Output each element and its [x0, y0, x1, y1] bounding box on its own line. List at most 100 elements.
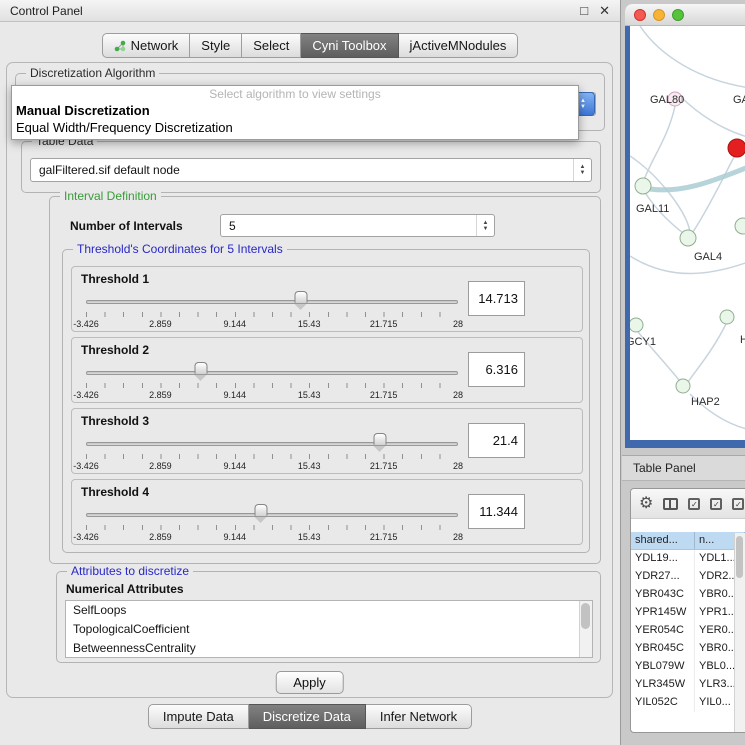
slider-scale: -3.426 2.859 9.144 15.43 21.715 28: [86, 390, 458, 401]
threshold-2-slider[interactable]: -3.426 2.859 9.144 15.43 21.715 28: [86, 362, 458, 402]
scale-label: 15.43: [298, 461, 321, 471]
scrollbar-thumb[interactable]: [736, 536, 743, 578]
arrow-down-icon: ▼: [580, 104, 586, 110]
combo-stepper-icon[interactable]: ▲ ▼: [573, 159, 591, 181]
apply-button[interactable]: Apply: [275, 671, 344, 694]
slider-thumb[interactable]: [254, 504, 267, 516]
tab-discretize-data[interactable]: Discretize Data: [249, 704, 366, 729]
slider-scale: -3.426 2.859 9.144 15.43 21.715 28: [86, 461, 458, 472]
select-check-icon[interactable]: ✓: [688, 498, 700, 510]
gear-icon[interactable]: ⚙: [639, 496, 653, 512]
threshold-1-value-field[interactable]: 14.713: [468, 281, 525, 316]
tab-impute-data[interactable]: Impute Data: [148, 704, 249, 729]
slider-thumb[interactable]: [195, 362, 208, 374]
arrow-down-icon: ▼: [483, 226, 489, 232]
cell-shared-name[interactable]: YBR045C: [631, 640, 695, 658]
table-row[interactable]: YLR345W YLR3...: [631, 676, 745, 694]
threshold-1-slider[interactable]: -3.426 2.859 9.144 15.43 21.715 28: [86, 291, 458, 331]
tab-network[interactable]: Network: [102, 33, 191, 58]
zoom-traffic-light-icon[interactable]: [672, 9, 684, 21]
scale-label: 9.144: [224, 461, 247, 471]
tab-cyni-toolbox[interactable]: Cyni Toolbox: [301, 33, 398, 58]
network-window-titlebar[interactable]: [625, 4, 745, 26]
right-region: GAL80 GA GAL11 GAL4 GCY1 HAP2 H Table Pa…: [622, 0, 745, 745]
threshold-4-slider[interactable]: -3.426 2.859 9.144 15.43 21.715 28: [86, 504, 458, 544]
numerical-attributes-list[interactable]: SelfLoops TopologicalCoefficient Between…: [65, 600, 593, 658]
tab-jactivemnodules[interactable]: jActiveMNodules: [399, 33, 519, 58]
network-node[interactable]: [720, 310, 734, 324]
cell-shared-name[interactable]: YLR345W: [631, 676, 695, 694]
list-item[interactable]: SelfLoops: [66, 601, 592, 620]
table-row[interactable]: YER054C YER0...: [631, 622, 745, 640]
scale-label: 15.43: [298, 532, 321, 542]
table-panel-header: Table Panel: [622, 455, 745, 481]
network-node[interactable]: [680, 230, 696, 246]
number-of-intervals-value: 5: [229, 219, 476, 233]
tab-cyni-toolbox-label: Cyni Toolbox: [312, 38, 386, 53]
select-check-icon[interactable]: ✓: [710, 498, 722, 510]
table-row[interactable]: YBR045C YBR0...: [631, 640, 745, 658]
scale-label: 2.859: [149, 532, 172, 542]
tab-style[interactable]: Style: [190, 33, 242, 58]
scale-label: 28: [453, 532, 463, 542]
float-window-icon[interactable]: □: [580, 3, 588, 18]
threshold-3-value-field[interactable]: 21.4: [468, 423, 525, 458]
slider-thumb[interactable]: [373, 433, 386, 445]
dropdown-option-manual-discretization[interactable]: Manual Discretization: [12, 102, 578, 119]
table-row[interactable]: YIL052C YIL0...: [631, 694, 745, 712]
slider-track[interactable]: [86, 442, 458, 446]
cell-shared-name[interactable]: YDR27...: [631, 568, 695, 586]
network-node[interactable]: [676, 379, 690, 393]
network-node-selected[interactable]: [728, 139, 745, 157]
slider-scale: -3.426 2.859 9.144 15.43 21.715 28: [86, 532, 458, 543]
scale-label: 21.715: [370, 390, 398, 400]
threshold-4-value-field[interactable]: 11.344: [468, 494, 525, 529]
slider-thumb[interactable]: [294, 291, 307, 303]
column-header-shared-name[interactable]: shared...: [631, 532, 695, 549]
slider-track[interactable]: [86, 300, 458, 304]
list-item[interactable]: TopologicalCoefficient: [66, 620, 592, 639]
table-scrollbar[interactable]: [734, 533, 745, 732]
cell-shared-name[interactable]: YDL19...: [631, 550, 695, 568]
scrollbar-thumb[interactable]: [581, 603, 590, 629]
network-node[interactable]: [635, 178, 651, 194]
combo-stepper-icon[interactable]: ▲ ▼: [476, 215, 494, 236]
tab-select[interactable]: Select: [242, 33, 301, 58]
table-row[interactable]: YDR27... YDR2...: [631, 568, 745, 586]
cell-shared-name[interactable]: YBL079W: [631, 658, 695, 676]
network-node[interactable]: [630, 318, 643, 332]
threshold-3-slider[interactable]: -3.426 2.859 9.144 15.43 21.715 28: [86, 433, 458, 473]
control-panel-window: Control Panel □ ✕ Network Style Select: [0, 0, 621, 745]
dropdown-option-equal-width-frequency[interactable]: Equal Width/Frequency Discretization: [12, 119, 578, 136]
cell-shared-name[interactable]: YPR145W: [631, 604, 695, 622]
slider-track[interactable]: [86, 371, 458, 375]
number-of-intervals-combo[interactable]: 5 ▲ ▼: [220, 214, 495, 237]
slider-track[interactable]: [86, 513, 458, 517]
table-data-combo[interactable]: galFiltered.sif default node ▲ ▼: [30, 158, 592, 182]
columns-icon[interactable]: [663, 498, 678, 510]
list-item[interactable]: BetweennessCentrality: [66, 639, 592, 658]
table-row[interactable]: YDL19... YDL1...: [631, 550, 745, 568]
select-check-icon[interactable]: ✓: [732, 498, 744, 510]
scale-label: 21.715: [370, 532, 398, 542]
tab-infer-network[interactable]: Infer Network: [366, 704, 472, 729]
table-row[interactable]: YBL079W YBL0...: [631, 658, 745, 676]
close-traffic-light-icon[interactable]: [634, 9, 646, 21]
cell-shared-name[interactable]: YER054C: [631, 622, 695, 640]
network-canvas[interactable]: GAL80 GA GAL11 GAL4 GCY1 HAP2 H: [630, 26, 745, 440]
tab-select-label: Select: [253, 38, 289, 53]
cell-shared-name[interactable]: YBR043C: [631, 586, 695, 604]
table-toolbar: ⚙ ✓ ✓ ✓: [631, 489, 745, 519]
attributes-group: Attributes to discretize Numerical Attri…: [56, 571, 601, 663]
close-icon[interactable]: ✕: [599, 3, 610, 19]
scale-label: 9.144: [224, 319, 247, 329]
threshold-2-value-field[interactable]: 6.316: [468, 352, 525, 387]
cell-shared-name[interactable]: YIL052C: [631, 694, 695, 712]
table-row[interactable]: YBR043C YBR0...: [631, 586, 745, 604]
list-scrollbar[interactable]: [579, 601, 592, 657]
network-node[interactable]: [735, 218, 745, 234]
minimize-traffic-light-icon[interactable]: [653, 9, 665, 21]
table-row[interactable]: YPR145W YPR1...: [631, 604, 745, 622]
dropdown-placeholder: Select algorithm to view settings: [12, 86, 578, 102]
scale-label: 28: [453, 461, 463, 471]
